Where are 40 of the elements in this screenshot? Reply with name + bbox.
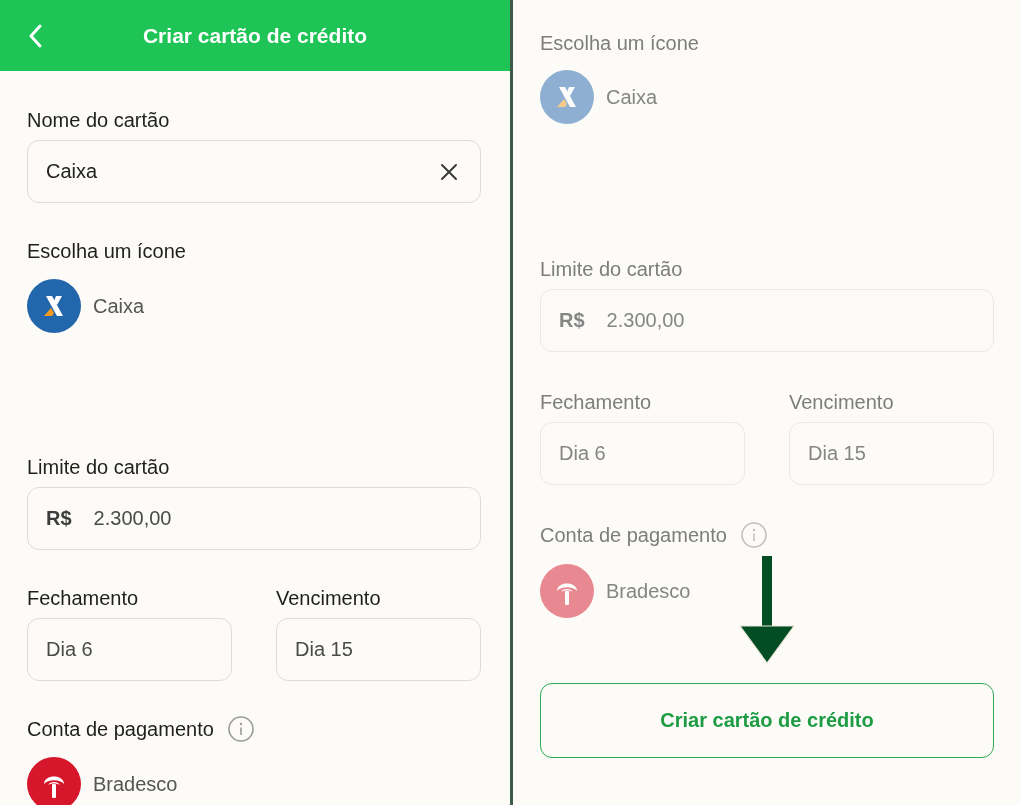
x-logo-icon: [540, 70, 594, 124]
back-icon: [28, 23, 42, 48]
closing-day-label: Fechamento: [27, 586, 139, 610]
closing-day-label: Fechamento: [540, 390, 652, 414]
screen-title: Criar cartão de crédito: [141, 23, 369, 48]
card-name-value: Caixa: [46, 160, 99, 183]
limit-field[interactable]: R$ 2.300,00: [540, 289, 994, 352]
info-icon[interactable]: [740, 522, 767, 548]
due-day-label: Vencimento: [276, 586, 381, 610]
currency-prefix: R$: [46, 507, 72, 530]
icon-picker-label: Escolha um ícone: [540, 31, 699, 55]
x-logo-icon: [27, 279, 81, 333]
limit-label: Limite do cartão: [27, 455, 170, 479]
due-day-value: Dia 15: [808, 442, 867, 465]
payment-account-label: Conta de pagamento: [540, 523, 727, 547]
info-icon[interactable]: [227, 716, 254, 742]
back-button[interactable]: [27, 22, 43, 49]
card-name-field[interactable]: Caixa: [27, 140, 481, 203]
close-icon[interactable]: [440, 162, 458, 181]
payment-account-label: Conta de pagamento: [27, 717, 214, 741]
due-day-label: Vencimento: [789, 390, 894, 414]
bank-name: Bradesco: [606, 579, 691, 603]
due-day-field[interactable]: Dia 15: [789, 422, 994, 485]
bank-name: Caixa: [606, 85, 658, 109]
due-day-field[interactable]: Dia 15: [276, 618, 481, 681]
tree-logo-icon: [540, 564, 594, 618]
limit-value: 2.300,00: [606, 309, 686, 332]
bank-name: Bradesco: [93, 772, 178, 796]
closing-day-value: Dia 6: [46, 638, 94, 661]
limit-value: 2.300,00: [93, 507, 173, 530]
due-day-value: Dia 15: [295, 638, 354, 661]
closing-day-value: Dia 6: [559, 442, 607, 465]
icon-picker-label: Escolha um ícone: [27, 239, 186, 263]
bank-name: Caixa: [93, 294, 145, 318]
closing-day-field[interactable]: Dia 6: [540, 422, 745, 485]
closing-day-field[interactable]: Dia 6: [27, 618, 232, 681]
limit-label: Limite do cartão: [540, 257, 683, 281]
card-name-label: Nome do cartão: [27, 108, 170, 132]
limit-field[interactable]: R$ 2.300,00: [27, 487, 481, 550]
currency-prefix: R$: [559, 309, 585, 332]
